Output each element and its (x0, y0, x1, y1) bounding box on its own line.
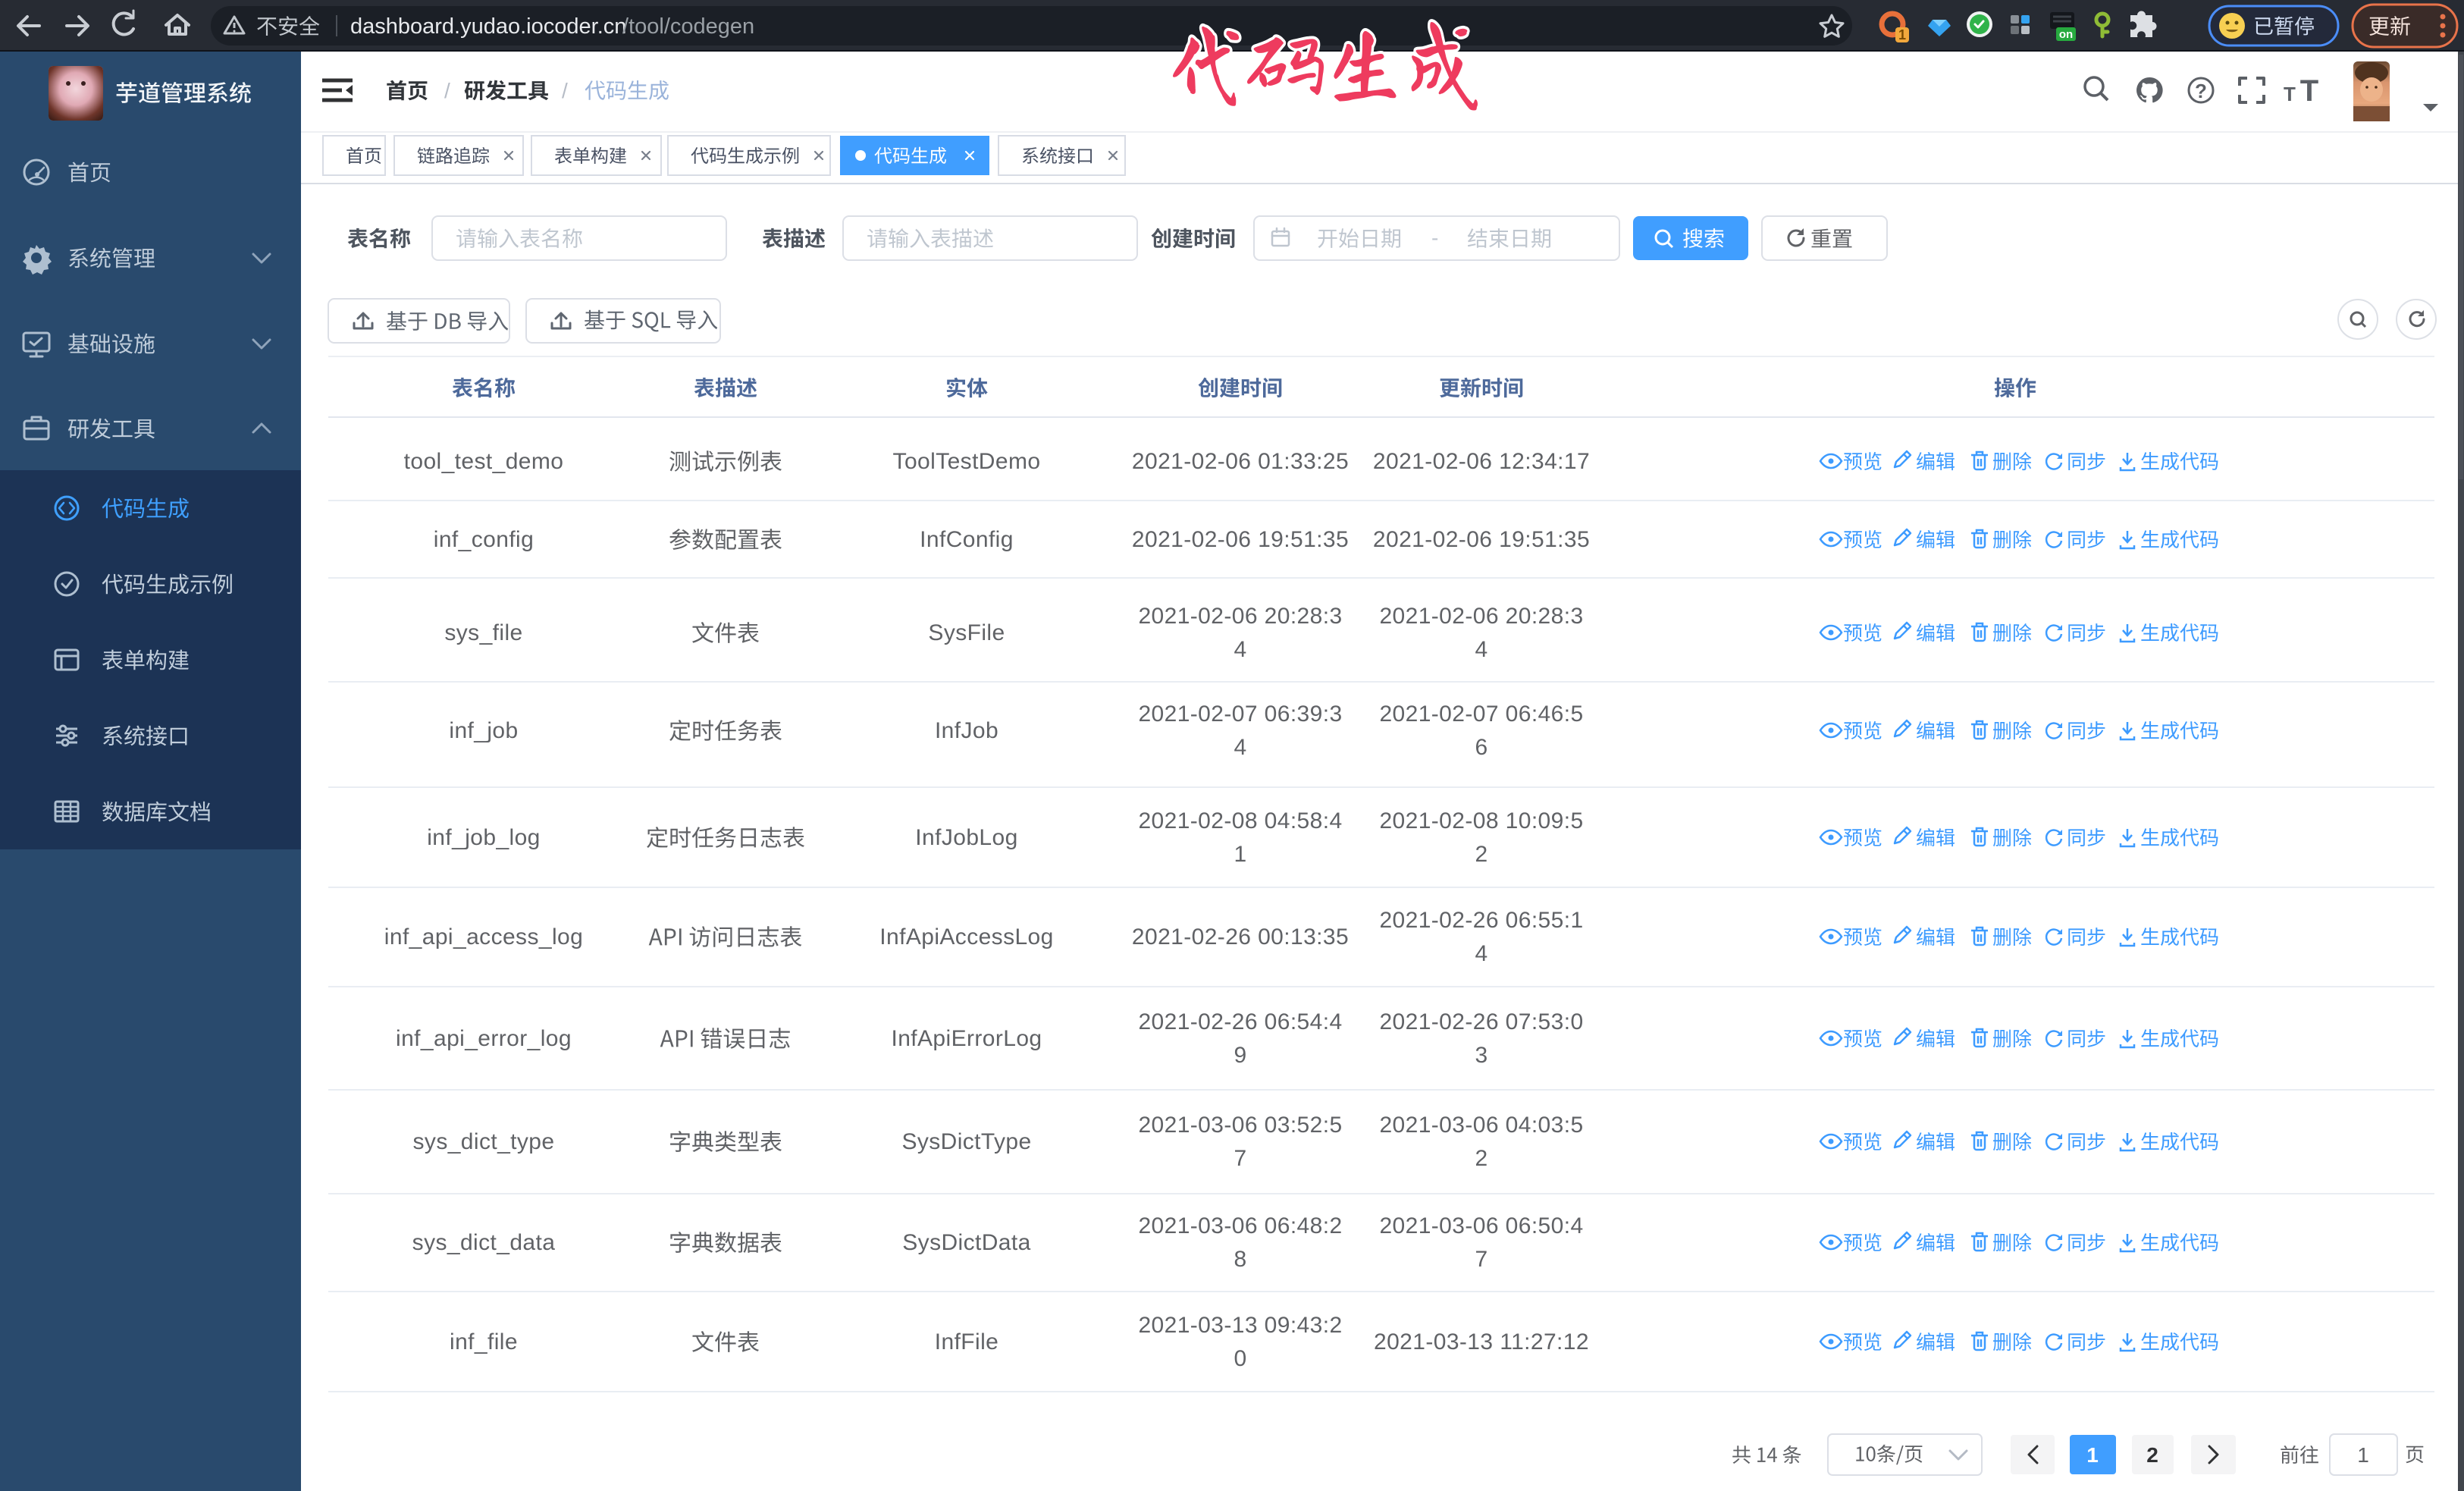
svg-text:2021-02-07 06:39:3: 2021-02-07 06:39:3 (1138, 702, 1342, 727)
svg-text:2021-03-13 11:27:12: 2021-03-13 11:27:12 (1374, 1329, 1589, 1354)
svg-text:SysFile: SysFile (928, 620, 1005, 645)
svg-text:T: T (2300, 74, 2318, 108)
svg-text:2021-02-26 06:55:1: 2021-02-26 06:55:1 (1379, 908, 1583, 933)
svg-text:2021-03-06 06:50:4: 2021-03-06 06:50:4 (1379, 1213, 1583, 1238)
svg-text:2021-03-06 04:03:5: 2021-03-06 04:03:5 (1379, 1113, 1583, 1138)
svg-text:-: - (1431, 226, 1438, 250)
svg-text:InfConfig: InfConfig (920, 527, 1014, 552)
svg-text:3: 3 (1475, 1043, 1487, 1068)
svg-text:8: 8 (1234, 1247, 1246, 1272)
svg-text:2021-02-26 06:54:4: 2021-02-26 06:54:4 (1138, 1009, 1342, 1034)
svg-text:SysDictData: SysDictData (902, 1230, 1030, 1255)
svg-text:InfJob: InfJob (935, 718, 998, 743)
svg-text:2021-02-06 01:33:25: 2021-02-06 01:33:25 (1132, 449, 1349, 474)
svg-text:2: 2 (1475, 1146, 1487, 1171)
svg-text:inf_job_log: inf_job_log (427, 825, 541, 850)
svg-text:2021-02-07 06:46:5: 2021-02-07 06:46:5 (1379, 702, 1583, 727)
svg-text:2021-02-06 20:28:3: 2021-02-06 20:28:3 (1379, 604, 1583, 629)
svg-text:inf_api_access_log: inf_api_access_log (384, 924, 583, 950)
svg-text:4: 4 (1234, 735, 1246, 760)
svg-text:7: 7 (1475, 1247, 1487, 1272)
svg-text:6: 6 (1475, 735, 1487, 760)
svg-text:inf_job: inf_job (449, 718, 518, 743)
svg-text:7: 7 (1234, 1146, 1246, 1171)
svg-text:/: / (562, 79, 568, 102)
svg-text:dashboard.yudao.iocoder.cn: dashboard.yudao.iocoder.cn (350, 14, 626, 39)
svg-text:?: ? (2195, 80, 2207, 102)
svg-text:9: 9 (1234, 1043, 1246, 1068)
svg-text:2021-02-06 19:51:35: 2021-02-06 19:51:35 (1373, 527, 1590, 552)
svg-text:2021-03-13 09:43:2: 2021-03-13 09:43:2 (1138, 1313, 1342, 1338)
svg-text:1: 1 (1234, 842, 1246, 867)
svg-text:T: T (2284, 83, 2296, 105)
svg-text:4: 4 (1475, 637, 1487, 662)
svg-text:inf_config: inf_config (434, 527, 534, 552)
svg-text:2021-03-06 03:52:5: 2021-03-06 03:52:5 (1138, 1113, 1342, 1138)
svg-text:2: 2 (1475, 842, 1487, 867)
svg-text:InfFile: InfFile (935, 1329, 999, 1354)
svg-text:0: 0 (1234, 1346, 1246, 1371)
svg-text:sys_dict_data: sys_dict_data (412, 1230, 556, 1255)
svg-text:sys_dict_type: sys_dict_type (413, 1129, 555, 1154)
svg-text:on: on (2059, 28, 2073, 41)
svg-text:2021-02-26 07:53:0: 2021-02-26 07:53:0 (1379, 1009, 1583, 1034)
svg-text:4: 4 (1234, 637, 1246, 662)
svg-text:1: 1 (2086, 1443, 2099, 1467)
svg-text:2021-02-08 10:09:5: 2021-02-08 10:09:5 (1379, 808, 1583, 833)
svg-text:sys_file: sys_file (444, 620, 522, 645)
svg-text:2021-02-06 19:51:35: 2021-02-06 19:51:35 (1132, 527, 1349, 552)
svg-text:inf_file: inf_file (450, 1329, 518, 1354)
svg-text:SysDictType: SysDictType (901, 1129, 1031, 1154)
svg-text:2021-03-06 06:48:2: 2021-03-06 06:48:2 (1138, 1213, 1342, 1238)
svg-text:2021-02-06 20:28:3: 2021-02-06 20:28:3 (1138, 604, 1342, 629)
svg-text:tool_test_demo: tool_test_demo (404, 449, 564, 474)
svg-text:2: 2 (2146, 1443, 2158, 1467)
svg-text:4: 4 (1475, 941, 1487, 966)
svg-text:InfApiAccessLog: InfApiAccessLog (879, 924, 1053, 950)
svg-text:2021-02-26 00:13:35: 2021-02-26 00:13:35 (1132, 924, 1349, 950)
svg-text:/tool/codegen: /tool/codegen (622, 14, 754, 39)
svg-text:2021-02-08 04:58:4: 2021-02-08 04:58:4 (1138, 808, 1342, 833)
svg-text:/: / (444, 79, 450, 102)
svg-text:1: 1 (1898, 27, 1906, 42)
svg-text:InfJobLog: InfJobLog (915, 825, 1017, 850)
svg-text:1: 1 (2357, 1443, 2369, 1467)
svg-text:InfApiErrorLog: InfApiErrorLog (891, 1026, 1042, 1051)
svg-text:ToolTestDemo: ToolTestDemo (893, 449, 1041, 474)
svg-text:2021-02-06 12:34:17: 2021-02-06 12:34:17 (1373, 449, 1590, 474)
svg-text:inf_api_error_log: inf_api_error_log (396, 1026, 572, 1051)
